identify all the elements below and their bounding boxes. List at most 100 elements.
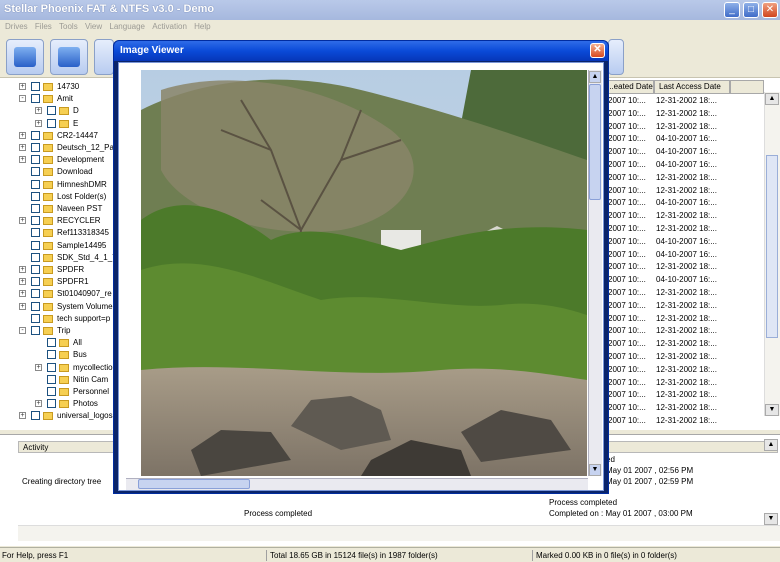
list-cell-last-access[interactable]: 12-31-2002 18:...	[656, 390, 717, 399]
tree-checkbox[interactable]	[31, 252, 40, 262]
tree-checkbox[interactable]	[31, 155, 40, 165]
tree-checkbox[interactable]	[31, 277, 40, 287]
list-cell-last-access[interactable]: 12-31-2002 18:...	[656, 403, 717, 412]
tree-checkbox[interactable]	[47, 387, 56, 396]
tree-item[interactable]: - Trip	[0, 325, 117, 337]
expand-icon[interactable]: +	[19, 290, 26, 298]
tree-item[interactable]: Sample14495	[0, 240, 117, 252]
tree-checkbox[interactable]	[31, 94, 40, 104]
list-cell-last-access[interactable]: 04-10-2007 16:...	[656, 134, 717, 143]
tree-checkbox[interactable]	[31, 411, 40, 421]
list-cell-last-access[interactable]: 12-31-2002 18:...	[656, 96, 717, 105]
list-scroll-down-icon[interactable]: ▼	[765, 404, 779, 416]
tree-checkbox[interactable]	[31, 130, 40, 140]
tree-checkbox[interactable]	[31, 228, 40, 238]
tree-item[interactable]: +14730	[0, 81, 117, 93]
toolbar-extra-button[interactable]	[608, 39, 624, 75]
tree-checkbox[interactable]	[47, 374, 56, 384]
toolbar-search-button[interactable]	[94, 39, 114, 75]
tree-item[interactable]: + System Volume	[0, 301, 117, 313]
expand-icon[interactable]: +	[19, 131, 26, 139]
column-header-created[interactable]: ...eated Date	[602, 80, 654, 94]
tree-checkbox[interactable]	[47, 338, 56, 348]
list-cell-created[interactable]: 2007 10:...	[608, 224, 646, 233]
tree-checkbox[interactable]	[31, 216, 40, 226]
viewer-horizontal-thumb[interactable]	[138, 479, 250, 489]
list-cell-created[interactable]: 2007 10:...	[608, 403, 646, 412]
list-cell-last-access[interactable]: 04-10-2007 16:...	[656, 160, 717, 169]
menu-help[interactable]: Help	[194, 20, 210, 34]
list-cell-last-access[interactable]: 04-10-2007 16:...	[656, 237, 717, 246]
tree-checkbox[interactable]	[47, 118, 56, 128]
tree-item[interactable]: HimneshDMR	[0, 179, 117, 191]
list-cell-last-access[interactable]: 12-31-2002 18:...	[656, 109, 717, 118]
activity-scroll-down-icon[interactable]: ▼	[764, 513, 778, 525]
tree-item[interactable]: Ref113318345	[0, 227, 117, 239]
list-cell-last-access[interactable]: 12-31-2002 18:...	[656, 211, 717, 220]
column-header-last-access[interactable]: Last Access Date	[654, 80, 730, 94]
list-scroll-thumb[interactable]	[766, 155, 778, 338]
list-cell-last-access[interactable]: 12-31-2002 18:...	[656, 314, 717, 323]
tree-item[interactable]: + D	[0, 105, 117, 117]
list-cell-created[interactable]: 2007 10:...	[608, 96, 646, 105]
list-cell-created[interactable]: 2007 10:...	[608, 109, 646, 118]
list-cell-last-access[interactable]: 12-31-2002 18:...	[656, 378, 717, 387]
tree-item[interactable]: + St01040907_re	[0, 288, 117, 300]
list-cell-created[interactable]: 2007 10:...	[608, 390, 646, 399]
list-cell-created[interactable]: 2007 10:...	[608, 173, 646, 182]
tree-checkbox[interactable]	[31, 289, 40, 299]
expand-icon[interactable]: +	[19, 217, 26, 225]
viewer-scroll-up-icon[interactable]: ▲	[589, 71, 601, 83]
tree-item[interactable]: SDK_Std_4_1_7	[0, 252, 117, 264]
list-cell-created[interactable]: 2007 10:...	[608, 262, 646, 271]
list-cell-created[interactable]: 2007 10:...	[608, 314, 646, 323]
tree-item[interactable]: + SPDFR	[0, 264, 117, 276]
tree-checkbox[interactable]	[31, 326, 40, 335]
tree-item[interactable]: + mycollection	[0, 362, 117, 374]
tree-checkbox[interactable]	[31, 191, 40, 201]
expand-icon[interactable]: +	[19, 144, 26, 151]
tree-checkbox[interactable]	[31, 82, 40, 91]
expand-icon[interactable]: +	[19, 278, 26, 286]
list-cell-created[interactable]: 2007 10:...	[608, 198, 646, 207]
list-cell-last-access[interactable]: 12-31-2002 18:...	[656, 224, 717, 233]
list-cell-created[interactable]: 2007 10:...	[608, 211, 646, 220]
tree-item[interactable]: Lost Folder(s)	[0, 191, 117, 203]
list-cell-last-access[interactable]: 04-10-2007 16:...	[656, 250, 717, 259]
list-cell-created[interactable]: 2007 10:...	[608, 122, 646, 131]
expand-icon[interactable]: +	[35, 119, 42, 127]
list-cell-created[interactable]: 2007 10:...	[608, 237, 646, 246]
toolbar-recover-button[interactable]	[50, 39, 88, 75]
expand-icon[interactable]: +	[35, 400, 42, 408]
collapse-icon[interactable]: -	[19, 95, 26, 103]
expand-icon[interactable]: +	[19, 412, 26, 420]
list-cell-created[interactable]: 2007 10:...	[608, 339, 646, 348]
tree-item[interactable]: + CR2-14447	[0, 130, 117, 142]
activity-horizontal-scrollbar[interactable]	[18, 525, 780, 541]
tree-item[interactable]: + E	[0, 118, 117, 130]
tree-checkbox[interactable]	[47, 106, 56, 116]
list-cell-last-access[interactable]: 12-31-2002 18:...	[656, 416, 717, 425]
tree-item[interactable]: + Photos	[0, 398, 117, 410]
list-cell-created[interactable]: 2007 10:...	[608, 378, 646, 387]
tree-item[interactable]: Personnel	[0, 386, 117, 398]
menu-drives[interactable]: Drives	[5, 20, 28, 34]
tree-item[interactable]: + Deutsch_12_Pa	[0, 142, 117, 154]
tree-checkbox[interactable]	[31, 301, 40, 311]
tree-item[interactable]: + RECYCLER	[0, 215, 117, 227]
tree-item[interactable]: tech support=p	[0, 313, 117, 325]
list-cell-last-access[interactable]: 12-31-2002 18:...	[656, 365, 717, 374]
maximize-button[interactable]: □	[743, 2, 759, 18]
menu-view[interactable]: View	[85, 20, 102, 34]
list-cell-last-access[interactable]: 12-31-2002 18:...	[656, 326, 717, 335]
list-cell-last-access[interactable]: 04-10-2007 16:...	[656, 147, 717, 156]
list-cell-created[interactable]: 2007 10:...	[608, 134, 646, 143]
tree-item[interactable]: + SPDFR1	[0, 276, 117, 288]
viewer-scroll-thumb[interactable]	[589, 84, 601, 200]
tree-checkbox[interactable]	[31, 204, 40, 213]
list-cell-created[interactable]: 2007 10:...	[608, 186, 646, 195]
menu-activation[interactable]: Activation	[152, 20, 187, 34]
tree-checkbox[interactable]	[31, 265, 40, 274]
list-cell-last-access[interactable]: 04-10-2007 16:...	[656, 198, 717, 207]
tree-checkbox[interactable]	[31, 240, 40, 250]
